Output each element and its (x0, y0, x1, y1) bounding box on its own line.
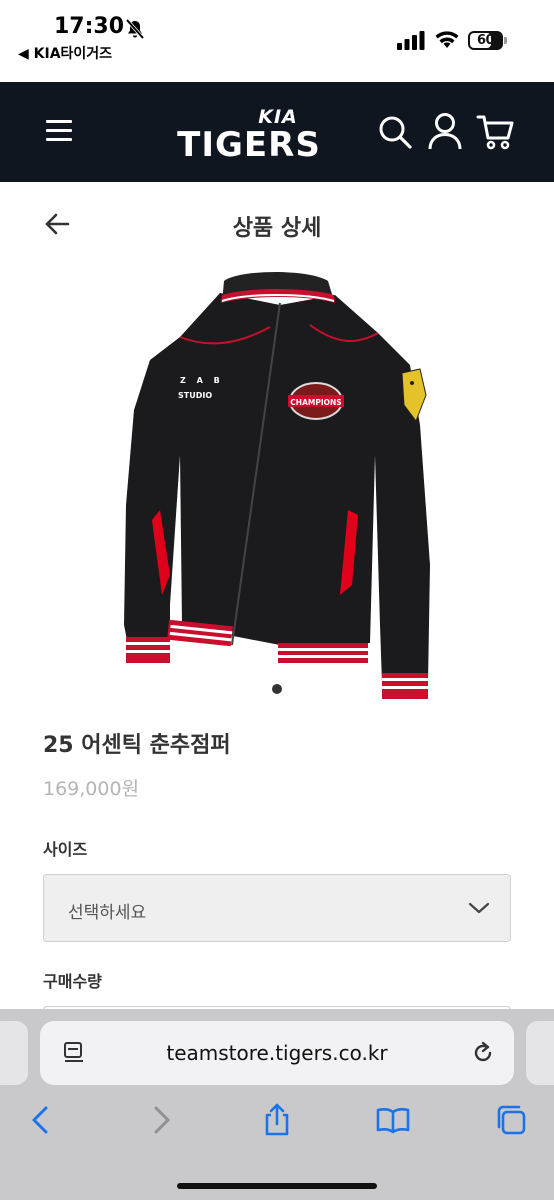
carousel-dot[interactable] (272, 684, 282, 694)
cellular-signal-icon (397, 31, 425, 50)
product-price: 169,000원 (43, 778, 140, 800)
share-icon[interactable] (260, 1103, 294, 1137)
page-title: 상품 상세 (232, 216, 322, 241)
site-header: KIA TIGERS (0, 82, 554, 182)
previous-tab-preview[interactable] (0, 1021, 28, 1085)
size-select[interactable]: 선택하세요 (43, 874, 511, 942)
next-tab-preview[interactable] (526, 1021, 554, 1085)
tabs-icon[interactable] (494, 1103, 528, 1137)
menu-icon[interactable] (46, 118, 72, 144)
back-icon[interactable] (24, 1103, 58, 1137)
bookmarks-icon[interactable] (376, 1103, 410, 1137)
search-icon[interactable] (377, 114, 413, 150)
svg-text:CHAMPIONS: CHAMPIONS (290, 398, 341, 407)
status-bar: 17:30 ◀ KIA타이거즈 60 (0, 0, 554, 82)
svg-text:STUDIO: STUDIO (178, 391, 212, 400)
product-image[interactable]: Z A B STUDIO CHAMPIONS (120, 265, 436, 707)
chevron-down-icon (468, 902, 490, 914)
screen: 17:30 ◀ KIA타이거즈 60 KIA TIGERS 상품 상세 Z A … (0, 0, 554, 1200)
quantity-label: 구매수량 (43, 972, 102, 991)
wifi-icon (435, 31, 459, 48)
svg-text:TIGERS: TIGERS (177, 125, 321, 164)
size-label: 사이즈 (43, 840, 88, 859)
reload-icon[interactable] (470, 1040, 496, 1066)
battery-level: 60 (476, 33, 495, 48)
cart-icon[interactable] (476, 114, 514, 150)
back-to-app-link[interactable]: ◀ KIA타이거즈 (18, 43, 112, 63)
svg-text:Z A B: Z A B (180, 376, 224, 385)
url-text: teamstore.tigers.co.kr (166, 1041, 388, 1065)
home-indicator (177, 1183, 377, 1189)
status-time: 17:30 (54, 14, 125, 39)
battery-indicator: 60 (468, 31, 508, 50)
size-select-value: 선택하세요 (68, 903, 147, 923)
product-name: 25 어센틱 춘추점퍼 (43, 733, 231, 758)
user-icon[interactable] (427, 112, 463, 150)
address-bar[interactable]: teamstore.tigers.co.kr (40, 1021, 514, 1085)
forward-icon[interactable] (144, 1103, 178, 1137)
tigers-logo[interactable]: KIA TIGERS (166, 102, 332, 164)
browser-toolbar: teamstore.tigers.co.kr (0, 1009, 554, 1200)
silent-bell-icon (125, 18, 145, 40)
